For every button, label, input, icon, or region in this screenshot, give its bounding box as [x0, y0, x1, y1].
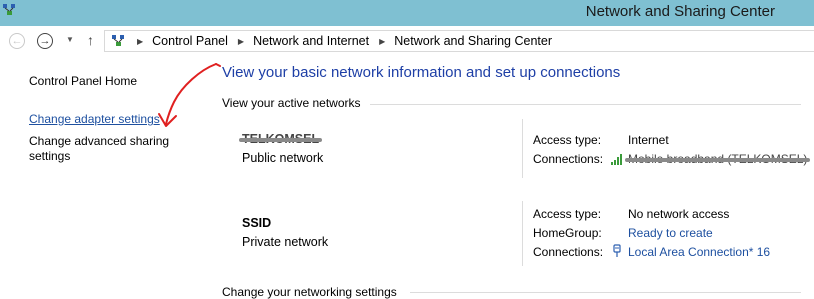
redacted-connection-name[interactable]: Mobile broadband (TELKOMSEL) — [628, 152, 807, 166]
network-type: Public network — [242, 151, 324, 165]
section-divider — [410, 292, 801, 293]
change-adapter-settings-link[interactable]: Change adapter settings — [29, 112, 160, 127]
breadcrumb-control-panel[interactable]: Control Panel — [152, 34, 228, 48]
forward-arrow-icon[interactable]: → — [37, 33, 53, 49]
title-bar: Network and Sharing Center — [0, 0, 814, 26]
homegroup-ready-link[interactable]: Ready to create — [628, 226, 713, 240]
page-title: View your basic network information and … — [222, 64, 621, 81]
ethernet-plug-icon — [613, 244, 621, 257]
access-type-label: Access type: — [533, 207, 602, 221]
redacted-network-name: TELKOMSEL — [242, 132, 320, 146]
access-type-value: Internet — [628, 133, 669, 147]
back-arrow-icon[interactable]: ← — [9, 33, 25, 49]
access-type-value: No network access — [628, 207, 730, 221]
local-area-connection-link[interactable]: Local Area Connection* 16 — [628, 245, 770, 259]
active-networks-heading: View your active networks — [222, 96, 361, 110]
mobile-broadband-connection-link[interactable]: Mobile broadband (TELKOMSEL) — [628, 152, 807, 166]
breadcrumb-separator[interactable]: ▶ — [238, 37, 244, 46]
window-title: Network and Sharing Center — [585, 3, 775, 20]
change-advanced-sharing-link[interactable]: Change advanced sharing settings — [29, 134, 179, 164]
up-arrow-icon[interactable]: ↑ — [87, 32, 94, 48]
control-panel-home-link[interactable]: Control Panel Home — [29, 74, 137, 89]
network-divider — [522, 119, 523, 178]
breadcrumb-network-and-internet[interactable]: Network and Internet — [253, 34, 369, 48]
chevron-down-icon[interactable]: ▼ — [66, 35, 74, 44]
breadcrumb-separator[interactable]: ▶ — [137, 37, 143, 46]
homegroup-label: HomeGroup: — [533, 226, 602, 240]
network-type: Private network — [242, 235, 329, 249]
signal-bars-icon — [611, 154, 622, 165]
network-center-icon[interactable] — [2, 3, 18, 17]
connections-label: Connections: — [533, 152, 604, 166]
red-arrow-annotation-icon — [158, 63, 221, 127]
control-panel-icon — [112, 35, 124, 46]
address-bar: ← → ▼ ↑ ▶ Control Panel ▶ Network and In… — [0, 26, 814, 56]
section-divider — [370, 104, 801, 105]
network-name: SSID — [242, 216, 272, 230]
network-name: TELKOMSEL — [242, 132, 319, 146]
connections-label: Connections: — [533, 245, 604, 259]
network-divider — [522, 201, 523, 266]
access-type-label: Access type: — [533, 133, 602, 147]
breadcrumb-separator[interactable]: ▶ — [379, 37, 385, 46]
breadcrumb-network-sharing-center[interactable]: Network and Sharing Center — [394, 34, 552, 48]
address-box[interactable]: ▶ Control Panel ▶ Network and Internet ▶… — [104, 30, 814, 52]
